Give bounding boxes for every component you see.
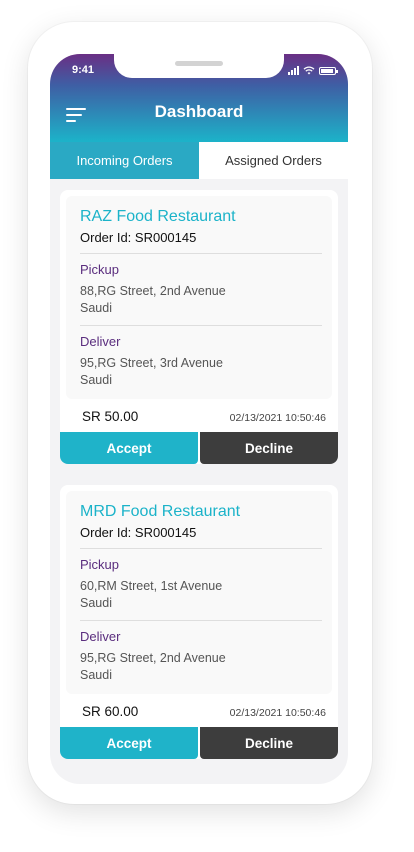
pickup-address-line: 60,RM Street, 1st Avenue — [80, 579, 223, 593]
order-details: RAZ Food Restaurant Order Id: SR000145 P… — [66, 196, 332, 399]
pickup-address-line: 88,RG Street, 2nd Avenue — [80, 284, 226, 298]
pickup-address-country: Saudi — [80, 301, 112, 315]
divider — [80, 620, 322, 621]
deliver-address-country: Saudi — [80, 373, 112, 387]
pickup-label: Pickup — [80, 262, 120, 277]
order-card: MRD Food Restaurant Order Id: SR000145 P… — [60, 485, 338, 759]
tab-incoming-orders[interactable]: Incoming Orders — [50, 142, 199, 179]
status-icons — [288, 66, 338, 75]
signal-icon — [288, 66, 299, 75]
page-title: Dashboard — [154, 102, 244, 121]
order-meta: SR 60.00 02/13/2021 10:50:46 — [60, 694, 338, 727]
decline-button[interactable]: Decline — [200, 727, 338, 759]
order-actions: Accept Decline — [60, 727, 338, 759]
order-details: MRD Food Restaurant Order Id: SR000145 P… — [66, 491, 332, 694]
device-notch — [114, 54, 284, 78]
speaker-grill — [175, 61, 223, 66]
tab-assigned-orders[interactable]: Assigned Orders — [199, 142, 348, 179]
restaurant-name: MRD Food Restaurant — [80, 503, 241, 520]
status-time: 9:41 — [72, 64, 95, 76]
deliver-label: Deliver — [80, 334, 121, 349]
app-header: 9:41 Dashboard — [50, 54, 348, 142]
order-card: RAZ Food Restaurant Order Id: SR000145 P… — [60, 190, 338, 464]
accept-button[interactable]: Accept — [60, 432, 198, 464]
pickup-label: Pickup — [80, 557, 120, 572]
order-id: Order Id: SR000145 — [80, 525, 322, 549]
divider — [80, 325, 322, 326]
accept-button[interactable]: Accept — [60, 727, 198, 759]
decline-button[interactable]: Decline — [200, 432, 338, 464]
order-datetime: 02/13/2021 10:50:46 — [229, 412, 326, 424]
order-meta: SR 50.00 02/13/2021 10:50:46 — [60, 399, 338, 432]
app-screen: 9:41 Dashboard Incoming Orders Assigned … — [50, 54, 348, 784]
battery-icon — [319, 67, 338, 75]
wifi-icon — [303, 66, 315, 75]
order-price: SR 60.00 — [82, 704, 139, 719]
order-tabs: Incoming Orders Assigned Orders — [50, 142, 348, 179]
restaurant-name: RAZ Food Restaurant — [80, 208, 236, 225]
deliver-address-line: 95,RG Street, 3rd Avenue — [80, 356, 223, 370]
order-datetime: 02/13/2021 10:50:46 — [229, 707, 326, 719]
pickup-address-country: Saudi — [80, 596, 112, 610]
deliver-address-line: 95,RG Street, 2nd Avenue — [80, 651, 226, 665]
deliver-address-country: Saudi — [80, 668, 112, 682]
deliver-label: Deliver — [80, 629, 121, 644]
order-actions: Accept Decline — [60, 432, 338, 464]
order-id: Order Id: SR000145 — [80, 230, 322, 254]
order-price: SR 50.00 — [82, 409, 139, 424]
